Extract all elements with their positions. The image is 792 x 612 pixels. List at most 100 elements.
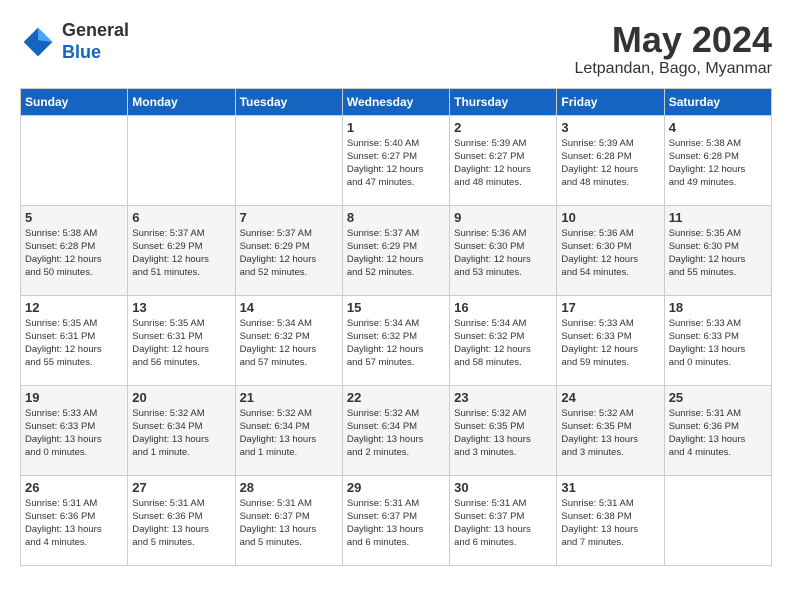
weekday-header-thursday: Thursday	[450, 88, 557, 115]
calendar-cell: 6 Sunrise: 5:37 AM Sunset: 6:29 PM Daylig…	[128, 205, 235, 295]
day-info: Sunrise: 5:31 AM Sunset: 6:37 PM Dayligh…	[454, 497, 552, 550]
day-number: 25	[669, 390, 767, 405]
day-number: 1	[347, 120, 445, 135]
calendar-cell: 22 Sunrise: 5:32 AM Sunset: 6:34 PM Dayli…	[342, 385, 449, 475]
day-info: Sunrise: 5:33 AM Sunset: 6:33 PM Dayligh…	[669, 317, 767, 370]
logo-icon	[20, 24, 56, 60]
calendar-cell: 28Sunrise: 5:31 AM Sunset: 6:37 PM Dayli…	[235, 475, 342, 565]
weekday-header-saturday: Saturday	[664, 88, 771, 115]
calendar-cell: 18 Sunrise: 5:33 AM Sunset: 6:33 PM Dayli…	[664, 295, 771, 385]
day-number: 23	[454, 390, 552, 405]
day-number: 4	[669, 120, 767, 135]
calendar-cell: 11 Sunrise: 5:35 AM Sunset: 6:30 PM Dayli…	[664, 205, 771, 295]
day-info: Sunrise: 5:32 AM Sunset: 6:34 PM Dayligh…	[240, 407, 338, 460]
calendar-cell: 13 Sunrise: 5:35 AM Sunset: 6:31 PM Dayli…	[128, 295, 235, 385]
day-info: Sunrise: 5:34 AM Sunset: 6:32 PM Dayligh…	[454, 317, 552, 370]
day-number: 30	[454, 480, 552, 495]
day-info: Sunrise: 5:31 AM Sunset: 6:38 PM Dayligh…	[561, 497, 659, 550]
day-number: 24	[561, 390, 659, 405]
calendar-cell: 23 Sunrise: 5:32 AM Sunset: 6:35 PM Dayli…	[450, 385, 557, 475]
day-number: 2	[454, 120, 552, 135]
day-number: 27	[132, 480, 230, 495]
calendar-cell: 31 Sunrise: 5:31 AM Sunset: 6:38 PM Dayli…	[557, 475, 664, 565]
day-info: Sunrise: 5:32 AM Sunset: 6:35 PM Dayligh…	[454, 407, 552, 460]
day-number: 21	[240, 390, 338, 405]
day-info: Sunrise: 5:37 AM Sunset: 6:29 PM Dayligh…	[240, 227, 338, 280]
day-number: 8	[347, 210, 445, 225]
day-info: Sunrise: 5:34 AM Sunset: 6:32 PM Dayligh…	[240, 317, 338, 370]
day-number: 29	[347, 480, 445, 495]
logo-text: General Blue	[62, 20, 129, 63]
day-number: 19	[25, 390, 123, 405]
day-info: Sunrise: 5:37 AM Sunset: 6:29 PM Dayligh…	[132, 227, 230, 280]
calendar-cell	[664, 475, 771, 565]
calendar-cell: 1 Sunrise: 5:40 AM Sunset: 6:27 PM Daylig…	[342, 115, 449, 205]
weekday-header-tuesday: Tuesday	[235, 88, 342, 115]
day-number: 22	[347, 390, 445, 405]
calendar-cell: 9 Sunrise: 5:36 AM Sunset: 6:30 PM Daylig…	[450, 205, 557, 295]
week-row-3: 12Sunrise: 5:35 AM Sunset: 6:31 PM Dayli…	[21, 295, 772, 385]
day-info: Sunrise: 5:31 AM Sunset: 6:36 PM Dayligh…	[132, 497, 230, 550]
calendar-cell: 16 Sunrise: 5:34 AM Sunset: 6:32 PM Dayli…	[450, 295, 557, 385]
day-info: Sunrise: 5:32 AM Sunset: 6:35 PM Dayligh…	[561, 407, 659, 460]
calendar-cell: 8 Sunrise: 5:37 AM Sunset: 6:29 PM Daylig…	[342, 205, 449, 295]
calendar-cell: 29 Sunrise: 5:31 AM Sunset: 6:37 PM Dayli…	[342, 475, 449, 565]
day-info: Sunrise: 5:38 AM Sunset: 6:28 PM Dayligh…	[25, 227, 123, 280]
logo: General Blue	[20, 20, 129, 63]
calendar-cell: 2 Sunrise: 5:39 AM Sunset: 6:27 PM Daylig…	[450, 115, 557, 205]
calendar-cell: 5 Sunrise: 5:38 AM Sunset: 6:28 PM Daylig…	[21, 205, 128, 295]
day-number: 6	[132, 210, 230, 225]
calendar-cell: 24 Sunrise: 5:32 AM Sunset: 6:35 PM Dayli…	[557, 385, 664, 475]
day-number: 11	[669, 210, 767, 225]
day-number: 28	[240, 480, 338, 495]
week-row-1: 1 Sunrise: 5:40 AM Sunset: 6:27 PM Daylig…	[21, 115, 772, 205]
day-info: Sunrise: 5:35 AM Sunset: 6:30 PM Dayligh…	[669, 227, 767, 280]
calendar-cell: 21 Sunrise: 5:32 AM Sunset: 6:34 PM Dayli…	[235, 385, 342, 475]
page-header: General Blue May 2024 Letpandan, Bago, M…	[20, 20, 772, 78]
calendar-cell	[21, 115, 128, 205]
calendar-cell: 3Sunrise: 5:39 AM Sunset: 6:28 PM Daylig…	[557, 115, 664, 205]
calendar-cell: 17Sunrise: 5:33 AM Sunset: 6:33 PM Dayli…	[557, 295, 664, 385]
weekday-header-friday: Friday	[557, 88, 664, 115]
day-info: Sunrise: 5:31 AM Sunset: 6:36 PM Dayligh…	[25, 497, 123, 550]
weekday-header-sunday: Sunday	[21, 88, 128, 115]
calendar-cell: 25Sunrise: 5:31 AM Sunset: 6:36 PM Dayli…	[664, 385, 771, 475]
day-info: Sunrise: 5:37 AM Sunset: 6:29 PM Dayligh…	[347, 227, 445, 280]
day-info: Sunrise: 5:35 AM Sunset: 6:31 PM Dayligh…	[132, 317, 230, 370]
weekday-header-monday: Monday	[128, 88, 235, 115]
day-info: Sunrise: 5:35 AM Sunset: 6:31 PM Dayligh…	[25, 317, 123, 370]
calendar-cell: 14 Sunrise: 5:34 AM Sunset: 6:32 PM Dayli…	[235, 295, 342, 385]
week-row-2: 5 Sunrise: 5:38 AM Sunset: 6:28 PM Daylig…	[21, 205, 772, 295]
weekday-header-row: SundayMondayTuesdayWednesdayThursdayFrid…	[21, 88, 772, 115]
calendar-cell: 26 Sunrise: 5:31 AM Sunset: 6:36 PM Dayli…	[21, 475, 128, 565]
day-number: 31	[561, 480, 659, 495]
day-info: Sunrise: 5:33 AM Sunset: 6:33 PM Dayligh…	[561, 317, 659, 370]
calendar-cell: 20 Sunrise: 5:32 AM Sunset: 6:34 PM Dayli…	[128, 385, 235, 475]
day-number: 9	[454, 210, 552, 225]
day-info: Sunrise: 5:33 AM Sunset: 6:33 PM Dayligh…	[25, 407, 123, 460]
day-info: Sunrise: 5:34 AM Sunset: 6:32 PM Dayligh…	[347, 317, 445, 370]
day-number: 13	[132, 300, 230, 315]
day-info: Sunrise: 5:32 AM Sunset: 6:34 PM Dayligh…	[132, 407, 230, 460]
calendar-cell: 10Sunrise: 5:36 AM Sunset: 6:30 PM Dayli…	[557, 205, 664, 295]
location: Letpandan, Bago, Myanmar	[575, 60, 772, 78]
day-number: 15	[347, 300, 445, 315]
day-info: Sunrise: 5:40 AM Sunset: 6:27 PM Dayligh…	[347, 137, 445, 190]
day-number: 18	[669, 300, 767, 315]
logo-general: General	[62, 20, 129, 42]
day-number: 16	[454, 300, 552, 315]
calendar-cell: 19 Sunrise: 5:33 AM Sunset: 6:33 PM Dayli…	[21, 385, 128, 475]
day-number: 5	[25, 210, 123, 225]
day-info: Sunrise: 5:31 AM Sunset: 6:37 PM Dayligh…	[347, 497, 445, 550]
day-info: Sunrise: 5:39 AM Sunset: 6:27 PM Dayligh…	[454, 137, 552, 190]
day-info: Sunrise: 5:32 AM Sunset: 6:34 PM Dayligh…	[347, 407, 445, 460]
calendar-cell: 7 Sunrise: 5:37 AM Sunset: 6:29 PM Daylig…	[235, 205, 342, 295]
day-number: 26	[25, 480, 123, 495]
day-number: 7	[240, 210, 338, 225]
day-info: Sunrise: 5:36 AM Sunset: 6:30 PM Dayligh…	[454, 227, 552, 280]
day-number: 14	[240, 300, 338, 315]
week-row-4: 19 Sunrise: 5:33 AM Sunset: 6:33 PM Dayli…	[21, 385, 772, 475]
calendar-cell: 15 Sunrise: 5:34 AM Sunset: 6:32 PM Dayli…	[342, 295, 449, 385]
day-number: 20	[132, 390, 230, 405]
calendar-cell: 27 Sunrise: 5:31 AM Sunset: 6:36 PM Dayli…	[128, 475, 235, 565]
